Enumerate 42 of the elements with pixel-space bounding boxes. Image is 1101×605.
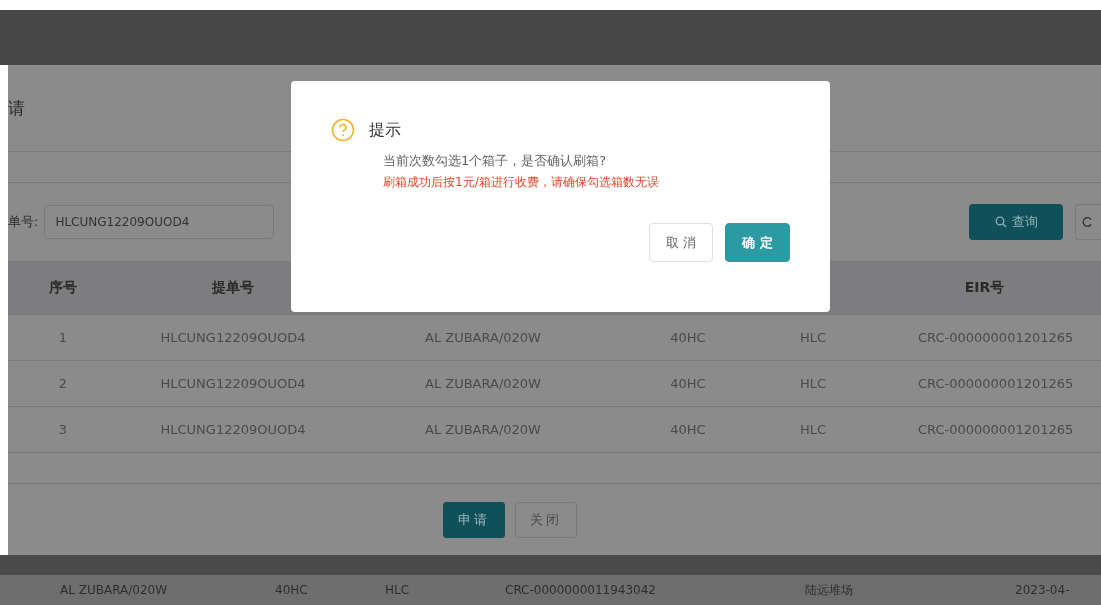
refresh-icon: [1082, 216, 1092, 228]
table-cell-text: HLCUNG12209OUOD4: [159, 330, 307, 345]
column-header: 提单号: [211, 279, 255, 297]
cancel-button[interactable]: 取 消: [649, 223, 714, 262]
table-cell-text: 2: [57, 376, 69, 391]
table-cell-text: 3: [57, 422, 69, 437]
table-cell-text: CRC-000000001201265: [917, 330, 1075, 345]
table-cell-text: HLC: [798, 376, 828, 391]
apply-button[interactable]: 申请: [442, 501, 505, 538]
table-cell-text: HLC: [798, 330, 828, 345]
table-cell-text: 40HC: [275, 583, 309, 597]
table-cell-text: CRC-000000001201265: [917, 376, 1075, 391]
table-cell-text: AL ZUBARA/020W: [60, 583, 169, 597]
table-cell-text: HLC: [385, 583, 411, 597]
close-button[interactable]: 关闭: [514, 501, 577, 538]
question-icon: [331, 118, 355, 142]
table-cell-text: HLCUNG12209OUOD4: [159, 422, 307, 437]
table-cell-text: HLCUNG12209OUOD4: [159, 376, 307, 391]
table-cell-text: AL ZUBARA/020W: [424, 330, 542, 345]
table-cell-text: AL ZUBARA/020W: [424, 376, 542, 391]
column-header: EIR号: [963, 279, 1006, 297]
panel-title: 请: [8, 96, 25, 120]
table-cell-text: 陆远堆场: [805, 581, 854, 599]
table-cell-text: 40HC: [669, 330, 707, 345]
search-button[interactable]: 查询: [969, 204, 1063, 240]
search-icon: [994, 216, 1007, 228]
dialog-title: 提示: [369, 119, 401, 141]
dialog-message: 当前次数勾选1个箱子，是否确认刷箱?: [383, 152, 608, 170]
bill-number-field[interactable]: HLCUNG12209OUOD4: [44, 205, 275, 239]
column-header: 序号: [48, 279, 78, 297]
field-label: 单号:: [8, 213, 39, 231]
table-cell-text: AL ZUBARA/020W: [424, 422, 542, 437]
table-cell-text: HLC: [798, 422, 828, 437]
table-cell-text: 1: [57, 330, 69, 345]
table-cell-text: 40HC: [669, 376, 707, 391]
table-cell-text: 2023-04-: [1015, 583, 1071, 597]
table-cell-text: 40HC: [669, 422, 707, 437]
warning-text: 刷箱成功后按1元/箱进行收费，请确保勾选箱数无误: [383, 174, 660, 191]
confirm-button[interactable]: 确 定: [725, 223, 790, 262]
table-cell-text: CRC-000000001201265: [917, 422, 1075, 437]
refresh-button[interactable]: [1075, 204, 1101, 240]
table-cell-text: CRC-0000000011943042: [505, 583, 657, 597]
